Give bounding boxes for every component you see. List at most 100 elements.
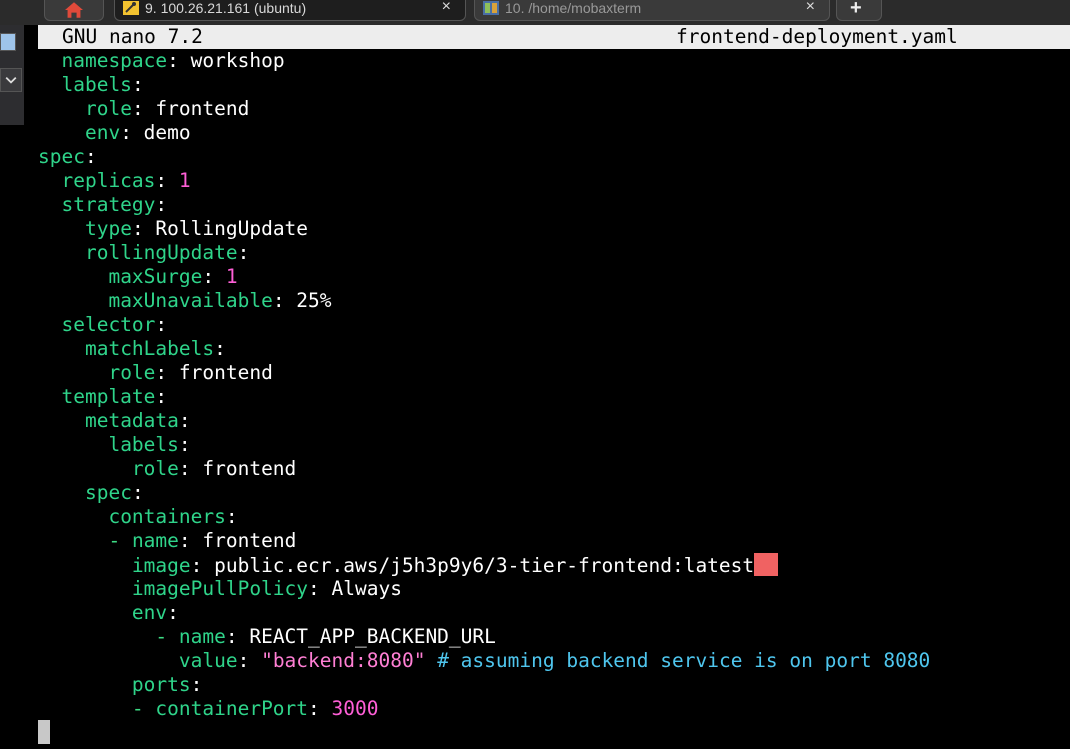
code-line: namespace: workshop xyxy=(38,49,930,73)
code-text: : xyxy=(155,193,168,216)
yaml-key: spec xyxy=(38,145,85,168)
close-icon[interactable]: × xyxy=(442,0,451,16)
tab-ssh-session[interactable]: 9. 100.26.21.161 (ubuntu) × xyxy=(114,0,466,21)
close-icon[interactable]: × xyxy=(806,0,815,16)
plus-icon: + xyxy=(850,0,862,19)
yaml-key: value xyxy=(178,649,238,672)
code-line: ports: xyxy=(38,673,930,697)
code-text: : xyxy=(84,145,97,168)
nano-titlebar: GNU nano 7.2 frontend-deployment.yaml xyxy=(38,25,1070,49)
code-text: 3000 xyxy=(331,697,379,720)
code-text: : 25% xyxy=(272,289,332,312)
yaml-key: spec xyxy=(84,481,132,504)
yaml-key: containers xyxy=(108,505,226,528)
code-line: env: demo xyxy=(38,121,930,145)
yaml-key: env xyxy=(131,601,168,624)
code-line: env: xyxy=(38,601,930,625)
code-text: : workshop xyxy=(167,49,285,72)
tab-local-terminal[interactable]: 10. /home/mobaxterm × xyxy=(474,0,830,21)
terminal-icon xyxy=(483,1,499,15)
code-text: : frontend xyxy=(178,457,297,480)
code-line: maxUnavailable: 25% xyxy=(38,289,930,313)
yaml-key: replicas xyxy=(61,169,156,192)
code-text: : xyxy=(131,73,144,96)
code-line: spec: xyxy=(38,145,930,169)
code-text: : Always xyxy=(308,577,402,600)
panel-button[interactable] xyxy=(0,33,16,51)
code-line: containers: xyxy=(38,505,930,529)
yaml-key: labels xyxy=(61,73,132,96)
code-text: : frontend xyxy=(155,361,273,384)
tab-label: 9. 100.26.21.161 (ubuntu) xyxy=(145,0,307,16)
yaml-key: ports xyxy=(131,673,191,696)
code-text: : RollingUpdate xyxy=(131,217,309,240)
text-cursor xyxy=(754,553,779,576)
code-text: : xyxy=(308,697,332,720)
yaml-key: labels xyxy=(108,433,179,456)
code-text: : frontend xyxy=(131,97,250,120)
yaml-key: role xyxy=(131,457,179,480)
yaml-key: rollingUpdate xyxy=(84,241,238,264)
file-name: frontend-deployment.yaml xyxy=(676,25,958,48)
code-text: : xyxy=(178,433,191,456)
yaml-key: containerPort xyxy=(155,697,309,720)
code-line: rollingUpdate: xyxy=(38,241,930,265)
tab-label: 10. /home/mobaxterm xyxy=(505,0,642,16)
yaml-key: env xyxy=(84,121,121,144)
code-text: "backend:8080" xyxy=(261,649,426,672)
code-text: : xyxy=(225,505,238,528)
code-line: role: frontend xyxy=(38,457,930,481)
code-text: : xyxy=(155,385,168,408)
code-text: : xyxy=(155,313,168,336)
code-text: : xyxy=(190,673,203,696)
yaml-key: type xyxy=(84,217,132,240)
yaml-key: imagePullPolicy xyxy=(131,577,309,600)
yaml-key: maxUnavailable xyxy=(108,289,273,312)
editor-name: GNU nano 7.2 xyxy=(62,25,203,48)
code-line: selector: xyxy=(38,313,930,337)
code-text: : xyxy=(214,337,226,360)
code-line: labels: xyxy=(38,73,930,97)
code-line: - containerPort: 3000 xyxy=(38,697,930,721)
yaml-key: namespace xyxy=(61,49,168,72)
code-text: : REACT_APP_BACKEND_URL xyxy=(225,625,496,648)
home-icon xyxy=(65,2,83,18)
code-line: labels: xyxy=(38,433,930,457)
code-line: role: frontend xyxy=(38,97,930,121)
yaml-key: role xyxy=(84,97,132,120)
code-line: role: frontend xyxy=(38,361,930,385)
new-tab-button[interactable]: + xyxy=(836,0,882,21)
tab-bar: 9. 100.26.21.161 (ubuntu) × 10. /home/mo… xyxy=(0,0,1070,25)
code-line: image: public.ecr.aws/j5h3p9y6/3-tier-fr… xyxy=(38,553,930,577)
code-line: metadata: xyxy=(38,409,930,433)
yaml-key: name xyxy=(178,625,226,648)
code-line: strategy: xyxy=(38,193,930,217)
editor-buffer[interactable]: namespace: workshop labels: role: fronte… xyxy=(38,49,930,721)
terminal-window[interactable]: GNU nano 7.2 frontend-deployment.yaml na… xyxy=(28,25,1070,749)
chevron-down-icon[interactable] xyxy=(0,68,22,92)
tab-home[interactable] xyxy=(44,0,104,21)
yaml-key: name xyxy=(131,529,179,552)
yaml-key: selector xyxy=(61,313,156,336)
